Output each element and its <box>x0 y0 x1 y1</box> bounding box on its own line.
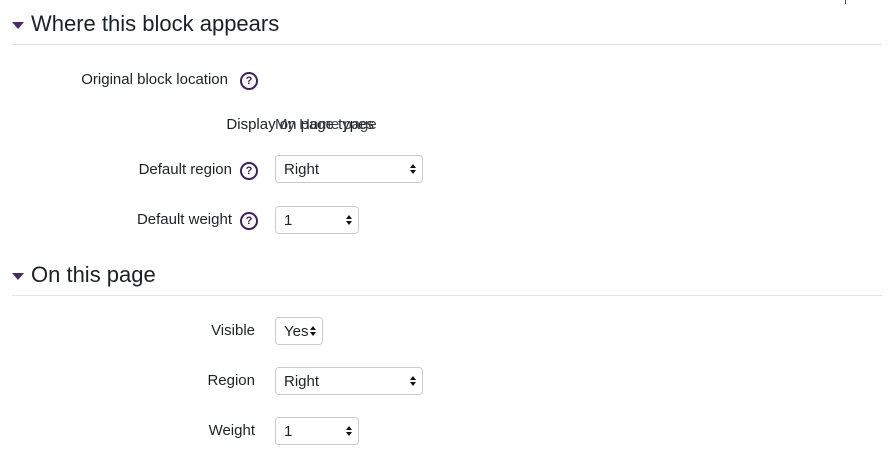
region-label: Region <box>207 372 255 389</box>
question-circle-icon[interactable]: ? <box>240 162 258 180</box>
section-header-where[interactable]: Where this block appears <box>12 7 279 41</box>
weight-value: 1 <box>284 422 293 440</box>
section-title-on-page: On this page <box>31 262 156 287</box>
original-location-label: Original block location <box>81 71 228 88</box>
up-down-arrows-icon <box>410 376 416 386</box>
up-down-arrows-icon <box>346 215 352 225</box>
default-region-label: Default region <box>138 161 232 178</box>
default-weight-select[interactable]: 1 <box>275 206 359 234</box>
section-title-where: Where this block appears <box>31 11 280 36</box>
default-weight-value: 1 <box>284 211 293 229</box>
region-value: Right <box>284 372 320 390</box>
up-down-arrows-icon <box>410 164 416 174</box>
section-header-on-page[interactable]: On this page <box>12 258 156 292</box>
caret-down-icon <box>12 272 24 280</box>
visible-select[interactable]: Yes <box>275 317 323 345</box>
section-divider <box>12 295 882 296</box>
weight-label: Weight <box>208 422 255 439</box>
default-weight-label: Default weight <box>136 211 232 228</box>
weight-select[interactable]: 1 <box>275 417 359 445</box>
question-circle-icon[interactable]: ? <box>240 72 258 90</box>
up-down-arrows-icon <box>346 426 352 436</box>
visible-value: Yes <box>284 322 309 340</box>
default-region-value: Right <box>284 160 320 178</box>
question-circle-icon[interactable]: ? <box>240 212 258 230</box>
default-region-select[interactable]: Right <box>275 155 423 183</box>
region-select[interactable]: Right <box>275 367 423 395</box>
visible-label: Visible <box>211 322 255 339</box>
up-down-arrows-icon <box>310 326 316 336</box>
scroll-edge-mark <box>845 0 846 4</box>
section-divider <box>12 44 882 45</box>
caret-down-icon <box>12 21 24 29</box>
page-types-value: My Home page <box>275 116 377 133</box>
